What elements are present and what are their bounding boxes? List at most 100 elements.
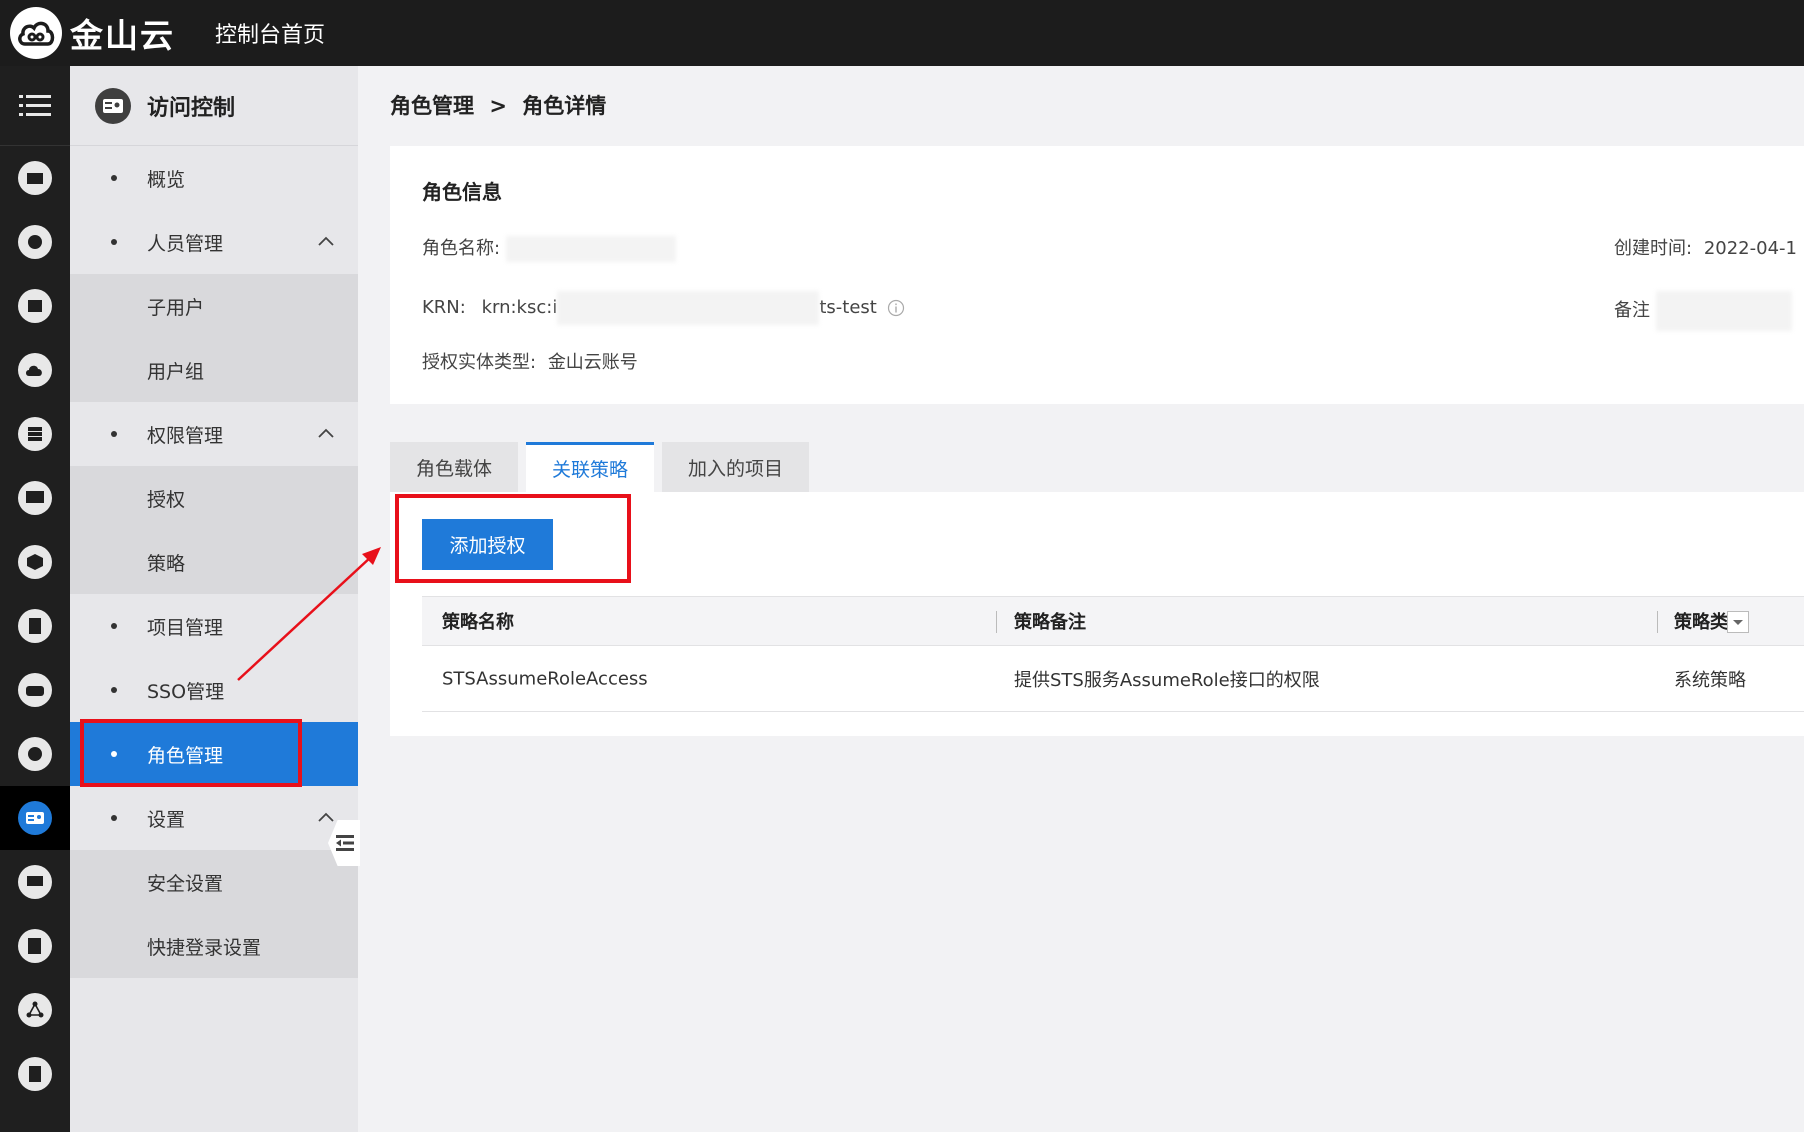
krn-label: KRN: <box>422 297 466 318</box>
sidebar-item-label: 设置 <box>147 808 186 831</box>
tab-associated-policies[interactable]: 关联策略 <box>526 442 655 492</box>
sidebar-item-label: 权限管理 <box>147 424 224 447</box>
filter-dropdown-icon[interactable] <box>1727 611 1749 633</box>
policy-name-cell[interactable]: STSAssumeRoleAccess <box>442 668 648 689</box>
document-icon <box>18 609 52 643</box>
bullet-icon <box>111 815 117 821</box>
cloud-logo-icon <box>10 7 62 59</box>
sidebar-title: 访问控制 <box>147 95 236 121</box>
rail-item-globe[interactable] <box>0 210 70 274</box>
sidebar-item-settings[interactable]: 设置 <box>70 786 358 850</box>
id-card-icon <box>95 87 131 124</box>
tab-joined-projects[interactable]: 加入的项目 <box>662 442 810 492</box>
policy-remark-cell: 提供STS服务AssumeRole接口的权限 <box>1014 669 1320 691</box>
entity-type-value: 金山云账号 <box>547 352 638 373</box>
sidebar-item-sso[interactable]: SSO管理 <box>70 658 358 722</box>
edit-document-icon <box>18 929 52 963</box>
access-control-sidebar: 访问控制 概览 人员管理 子用户 用户组 权限管理 授权 策略 项目管理 SSO… <box>70 66 358 1132</box>
id-card-icon <box>18 801 52 835</box>
highlight-box-role-management <box>80 719 302 787</box>
sidebar-item-authorization[interactable]: 授权 <box>70 466 358 530</box>
sidebar-item-projects[interactable]: 项目管理 <box>70 594 358 658</box>
rail-item-network[interactable] <box>0 722 70 786</box>
brand-name: 金山云 <box>70 16 175 55</box>
sidebar-header: 访问控制 <box>70 66 358 146</box>
notes-icon <box>18 1057 52 1091</box>
collapse-icon <box>336 835 354 851</box>
team-icon <box>18 865 52 899</box>
created-time-label: 创建时间: <box>1614 238 1693 259</box>
sidebar-item-label: 项目管理 <box>147 616 224 639</box>
column-divider <box>996 611 997 633</box>
sidebar-item-overview[interactable]: 概览 <box>70 146 358 210</box>
role-info-card: 角色信息 角色名称: KRN: krn:ksc:i ts-test 授权实体类型:… <box>390 146 1804 404</box>
sidebar-item-label: 安全设置 <box>147 872 224 895</box>
sidebar-item-permissions[interactable]: 权限管理 <box>70 402 358 466</box>
breadcrumb-current: 角色详情 <box>522 94 607 118</box>
column-header-policy-remark: 策略备注 <box>1014 612 1086 633</box>
menu-icon <box>19 94 51 116</box>
rail-item-server[interactable] <box>0 402 70 466</box>
entity-type-row: 授权实体类型: 金山云账号 <box>422 348 638 374</box>
console-home-link[interactable]: 控制台首页 <box>215 17 325 49</box>
bullet-icon <box>111 239 117 245</box>
rail-item-share[interactable] <box>0 978 70 1042</box>
sidebar-item-subusers[interactable]: 子用户 <box>70 274 358 338</box>
globe-icon <box>18 225 52 259</box>
rail-item-folder[interactable] <box>0 146 70 210</box>
sidebar-item-quick-login-settings[interactable]: 快捷登录设置 <box>70 914 358 978</box>
sidebar-item-user-groups[interactable]: 用户组 <box>70 338 358 402</box>
sidebar-item-label: 概览 <box>147 168 186 191</box>
network-icon <box>18 737 52 771</box>
remark-redacted <box>1655 291 1792 331</box>
detail-tabs: 角色载体 关联策略 加入的项目 <box>390 442 817 492</box>
rail-item-notes[interactable] <box>0 1042 70 1106</box>
entity-type-label: 授权实体类型: <box>422 352 537 373</box>
rail-item-document[interactable] <box>0 594 70 658</box>
sidebar-item-label: 人员管理 <box>147 232 224 255</box>
sidebar-item-label: SSO管理 <box>147 680 225 703</box>
menu-toggle-button[interactable] <box>0 66 70 146</box>
role-info-title: 角色信息 <box>422 180 502 204</box>
created-time-row: 创建时间: 2022-04-1 <box>1614 234 1797 260</box>
sidebar-item-policies[interactable]: 策略 <box>70 530 358 594</box>
krn-prefix: krn:ksc:i <box>481 297 558 318</box>
bullet-icon <box>111 623 117 629</box>
role-name-row: 角色名称: <box>422 234 676 262</box>
breadcrumb-parent-link[interactable]: 角色管理 <box>390 94 474 118</box>
sidebar-item-personnel[interactable]: 人员管理 <box>70 210 358 274</box>
remark-label: 备注 <box>1614 300 1650 321</box>
rail-item-box[interactable] <box>0 530 70 594</box>
remark-row: 备注 <box>1614 291 1792 331</box>
krn-row: KRN: krn:ksc:i ts-test <box>422 291 905 325</box>
rail-item-access-control[interactable] <box>0 786 70 850</box>
cloud-upload-icon <box>18 353 52 387</box>
chevron-up-icon <box>318 428 334 438</box>
sidebar-item-label: 子用户 <box>147 296 205 319</box>
sidebar-item-label: 快捷登录设置 <box>147 936 262 959</box>
tab-role-carrier[interactable]: 角色载体 <box>390 442 519 492</box>
rail-item-monitor[interactable] <box>0 466 70 530</box>
role-name-label: 角色名称: <box>422 238 501 259</box>
drive-icon <box>18 289 52 323</box>
sidebar-item-label: 策略 <box>147 552 186 575</box>
table-row: STSAssumeRoleAccess 提供STS服务AssumeRole接口的… <box>422 646 1804 712</box>
policy-table: 策略名称 策略备注 策略类型 STSAssumeRoleAccess 提供STS… <box>422 596 1804 712</box>
share-icon <box>18 993 52 1027</box>
sidebar-item-label: 用户组 <box>147 360 205 383</box>
database-icon <box>18 673 52 707</box>
rail-item-drive[interactable] <box>0 274 70 338</box>
info-icon[interactable] <box>887 299 905 317</box>
rail-item-cloud[interactable] <box>0 338 70 402</box>
rail-item-team[interactable] <box>0 850 70 914</box>
rail-item-database[interactable] <box>0 658 70 722</box>
krn-redacted <box>557 291 820 325</box>
top-bar: 金山云 控制台首页 <box>0 0 1804 66</box>
folder-icon <box>18 161 52 195</box>
breadcrumb-separator: > <box>489 94 507 118</box>
sidebar-item-security-settings[interactable]: 安全设置 <box>70 850 358 914</box>
monitor-icon <box>18 481 52 515</box>
brand-logo[interactable]: 金山云 <box>10 7 175 59</box>
highlight-box-add-button <box>395 494 631 583</box>
rail-item-edit[interactable] <box>0 914 70 978</box>
